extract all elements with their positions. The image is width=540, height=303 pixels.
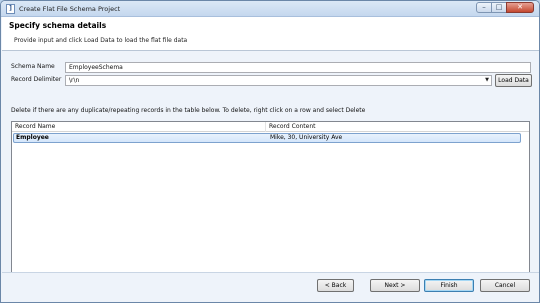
table-header: Record Name Record Content bbox=[12, 122, 529, 132]
title-bar[interactable]: ] Create Flat File Schema Project – □ ✕ bbox=[1, 1, 539, 17]
dialog-window: ] Create Flat File Schema Project – □ ✕ … bbox=[0, 0, 540, 303]
page-description: Provide input and click Load Data to loa… bbox=[14, 37, 188, 44]
chevron-down-icon[interactable]: ▼ bbox=[485, 76, 489, 85]
next-button[interactable]: Next > bbox=[370, 279, 420, 292]
minimize-icon[interactable]: – bbox=[476, 2, 492, 13]
record-delimiter-select[interactable]: \r\n ▼ bbox=[65, 75, 492, 86]
back-button-label: Back bbox=[331, 282, 347, 289]
table-row[interactable]: Employee Mike, 30, University Ave bbox=[13, 133, 521, 143]
wizard-content: Schema Name EmployeeSchema Record Delimi… bbox=[2, 52, 539, 291]
page-title: Specify schema details bbox=[9, 21, 107, 30]
next-button-label: Next bbox=[384, 282, 399, 289]
record-delimiter-label: Record Delimiter bbox=[11, 76, 62, 83]
column-header-record-content[interactable]: Record Content bbox=[266, 122, 529, 132]
table-instruction: Delete if there are any duplicate/repeat… bbox=[11, 107, 366, 114]
record-name-cell: Employee bbox=[16, 134, 49, 141]
app-icon: ] bbox=[6, 4, 15, 14]
cancel-button[interactable]: Cancel bbox=[480, 279, 530, 292]
column-header-record-name[interactable]: Record Name bbox=[12, 122, 266, 132]
record-delimiter-value: \r\n bbox=[69, 77, 80, 84]
schema-name-field[interactable]: EmployeeSchema bbox=[65, 62, 531, 73]
records-table: Record Name Record Content Employee Mike… bbox=[11, 121, 530, 291]
finish-button[interactable]: Finish bbox=[424, 279, 474, 292]
wizard-footer: < Back Next > Finish Cancel bbox=[2, 273, 539, 302]
window-controls: – □ ✕ bbox=[476, 2, 534, 14]
load-data-button[interactable]: Load Data bbox=[495, 74, 532, 87]
maximize-icon[interactable]: □ bbox=[491, 2, 507, 13]
back-button[interactable]: < Back bbox=[317, 279, 354, 292]
schema-name-label: Schema Name bbox=[11, 63, 55, 70]
record-content-cell: Mike, 30, University Ave bbox=[270, 134, 343, 141]
close-icon[interactable]: ✕ bbox=[506, 2, 534, 13]
window-title: Create Flat File Schema Project bbox=[19, 5, 121, 13]
wizard-header: Specify schema details Provide input and… bbox=[2, 17, 539, 51]
